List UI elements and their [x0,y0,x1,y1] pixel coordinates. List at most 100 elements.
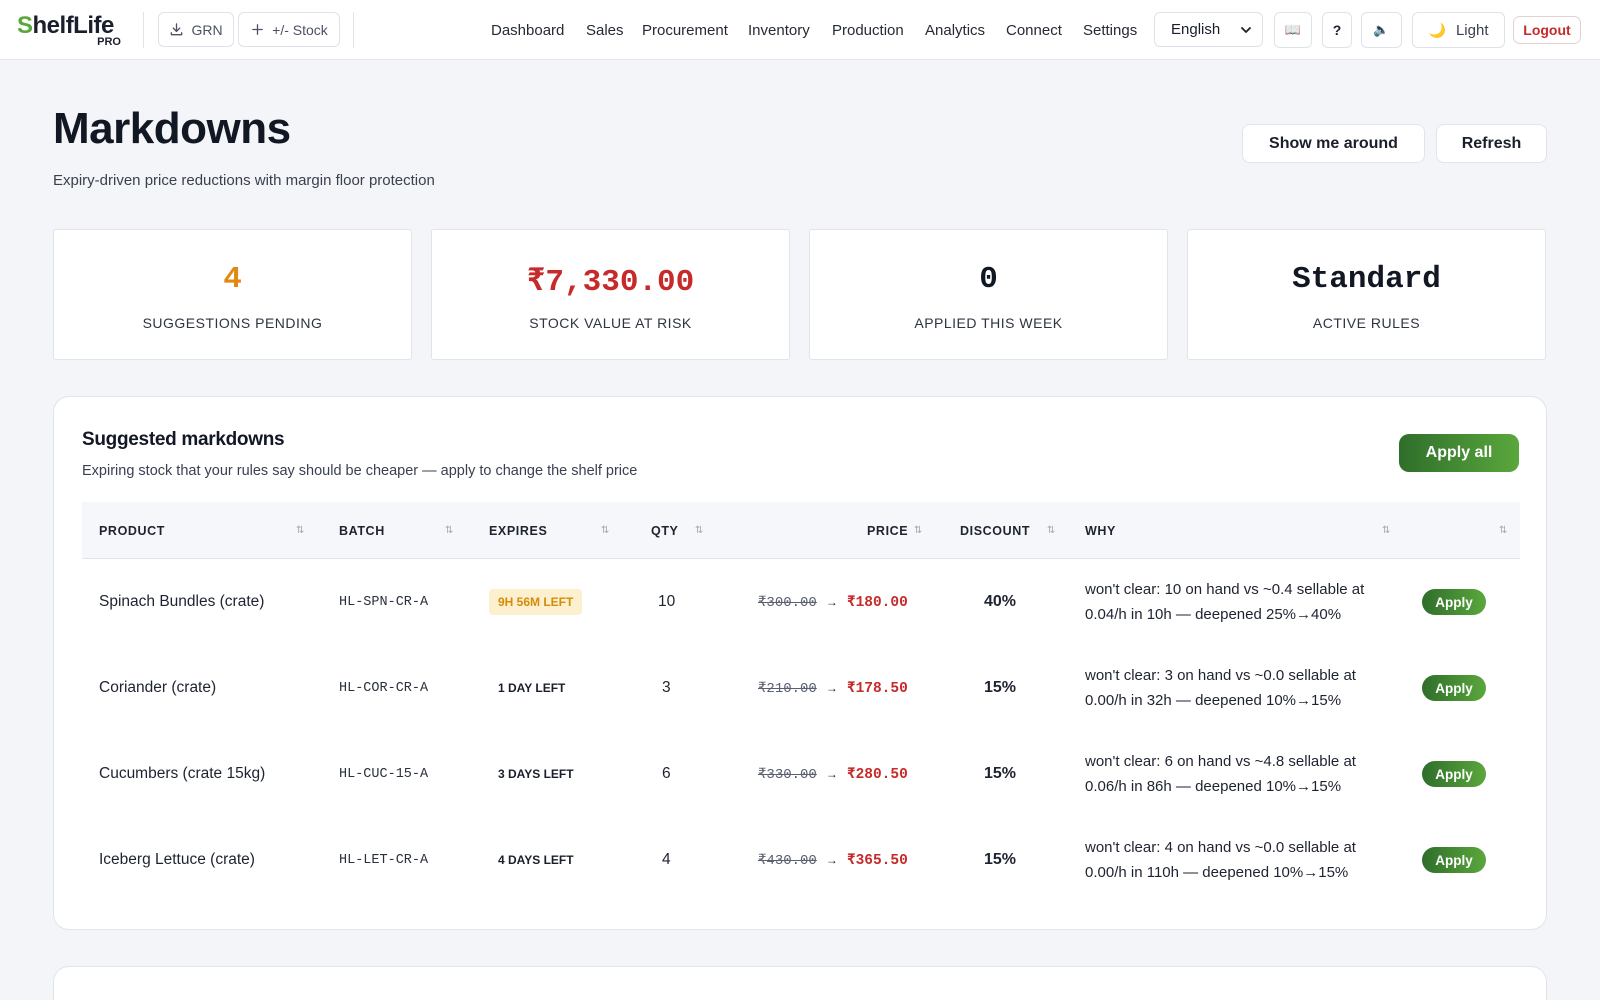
expiry-badge: 4 DAYS LEFT [498,853,574,867]
sort-icon[interactable]: ⇅ [1499,502,1507,559]
stat-label: APPLIED THIS WEEK [914,315,1063,331]
sort-icon[interactable]: ⇅ [1047,502,1055,559]
stock-adjust-button[interactable]: +/- Stock [238,12,340,47]
nav-inventory[interactable]: Inventory [748,0,810,60]
quantity: 3 [662,679,671,696]
page-subtitle: Expiry-driven price reductions with marg… [53,172,435,189]
language-value: English [1171,21,1221,38]
column-header-product[interactable]: PRODUCT [99,502,165,559]
theme-label: Light [1455,21,1489,39]
moon-icon: 🌙 [1428,21,1446,38]
batch-code: HL-LET-CR-A [339,852,429,868]
table-row: Coriander (crate) HL-COR-CR-A 1 DAY LEFT… [82,645,1520,731]
logout-button[interactable]: Logout [1513,16,1581,44]
stat-value: Standard [1292,262,1441,297]
show-me-around-button[interactable]: Show me around [1242,124,1425,163]
sort-icon[interactable]: ⇅ [1382,502,1390,559]
nav-settings[interactable]: Settings [1083,0,1137,60]
arrow-right-icon: → [825,681,838,695]
sort-icon[interactable]: ⇅ [695,502,703,559]
arrow-right-icon: → [825,767,838,781]
sort-icon[interactable]: ⇅ [296,502,304,559]
product-name: Cucumbers (crate 15kg) [99,765,266,782]
download-icon [171,23,183,36]
discount-percent: 15% [984,679,1017,696]
markdown-reason: won't clear: 6 on hand vs ~4.8 sellable … [1085,753,1356,795]
product-name: Coriander (crate) [99,679,217,696]
speaker-icon: 🔈 [1373,22,1390,37]
apply-all-button[interactable]: Apply all [1399,434,1519,472]
marked-down-price: ₹365.50 [846,852,908,869]
table-header: PRODUCT ⇅ BATCH ⇅ EXPIRES ⇅ QTY ⇅ PRICE … [82,502,1520,559]
stat-card-suggestions-pending: 4 SUGGESTIONS PENDING [53,229,412,360]
quantity: 6 [662,765,671,782]
column-header-price[interactable]: PRICE [867,502,908,559]
chevron-down-icon [1241,26,1251,33]
arrow-right-icon: → [825,853,838,867]
stat-card-stock-value-at-risk: ₹7,330.00 STOCK VALUE AT RISK [431,229,790,360]
language-select[interactable]: English [1154,12,1263,47]
divider [143,12,144,48]
original-price: ₹330.00 [758,766,817,783]
nav-procurement[interactable]: Procurement [642,0,728,60]
grn-button[interactable]: GRN [158,12,234,47]
shelflife-logo[interactable]: ShelfLife PRO [17,12,121,48]
nav-analytics[interactable]: Analytics [925,0,985,60]
table-row: Cucumbers (crate 15kg) HL-CUC-15-A 3 DAY… [82,731,1520,817]
stat-value: ₹7,330.00 [526,265,695,300]
sort-icon[interactable]: ⇅ [445,502,453,559]
suggested-markdowns-panel: Suggested markdowns Expiring stock that … [53,396,1547,930]
column-header-why[interactable]: WHY [1085,502,1116,559]
apply-button[interactable]: Apply [1422,589,1486,615]
top-navigation-bar: ShelfLife PRO GRN +/- Stock Dashboard Sa… [0,0,1600,60]
marked-down-price: ₹180.00 [846,594,908,611]
nav-sales[interactable]: Sales [586,0,624,60]
price-change: ₹300.00 → ₹180.00 [758,559,908,645]
stat-label: ACTIVE RULES [1312,315,1421,331]
sort-icon[interactable]: ⇅ [914,502,922,559]
sound-toggle-button[interactable]: 🔈 [1361,12,1402,48]
discount-percent: 15% [984,851,1017,868]
original-price: ₹300.00 [758,594,817,611]
product-name: Spinach Bundles (crate) [99,593,265,610]
table-row: Spinach Bundles (crate) HL-SPN-CR-A 9H 5… [82,559,1520,645]
expiry-badge: 3 DAYS LEFT [498,767,574,781]
nav-connect[interactable]: Connect [1006,0,1062,60]
nav-production[interactable]: Production [832,0,904,60]
quantity: 10 [658,593,676,610]
stat-value: 4 [223,262,242,297]
batch-code: HL-COR-CR-A [339,680,429,696]
price-change: ₹210.00 → ₹178.50 [758,645,908,731]
apply-button[interactable]: Apply [1422,847,1486,873]
expiry-badge: 1 DAY LEFT [498,681,566,695]
stat-card-applied-this-week: 0 APPLIED THIS WEEK [809,229,1168,360]
price-change: ₹330.00 → ₹280.50 [758,731,908,817]
book-icon: 📖 [1284,22,1302,37]
column-header-qty[interactable]: QTY [651,502,679,559]
logo-pro-label: PRO [97,36,121,48]
original-price: ₹210.00 [758,680,817,697]
theme-toggle-button[interactable]: 🌙 Light [1412,12,1505,48]
discount-percent: 15% [984,765,1017,782]
arrow-right-icon: → [825,595,838,609]
stock-adjust-label: +/- Stock [272,21,328,38]
refresh-button[interactable]: Refresh [1436,124,1547,163]
marked-down-price: ₹178.50 [846,680,908,697]
plus-icon [252,24,264,35]
column-header-discount[interactable]: DISCOUNT [960,502,1030,559]
batch-code: HL-SPN-CR-A [339,594,429,610]
nav-dashboard[interactable]: Dashboard [491,0,564,60]
apply-button[interactable]: Apply [1422,761,1486,787]
column-header-expires[interactable]: EXPIRES [489,502,547,559]
section-title: Suggested markdowns [82,429,285,450]
docs-button[interactable]: 📖 [1274,12,1312,48]
stat-value: 0 [979,262,998,297]
column-header-batch[interactable]: BATCH [339,502,385,559]
grn-label: GRN [191,21,223,38]
sort-icon[interactable]: ⇅ [601,502,609,559]
section-subtitle: Expiring stock that your rules say shoul… [82,463,638,479]
help-button[interactable]: ? [1322,12,1352,48]
markdown-reason: won't clear: 4 on hand vs ~0.0 sellable … [1085,839,1356,881]
apply-button[interactable]: Apply [1422,675,1486,701]
help-icon: ? [1332,22,1342,38]
